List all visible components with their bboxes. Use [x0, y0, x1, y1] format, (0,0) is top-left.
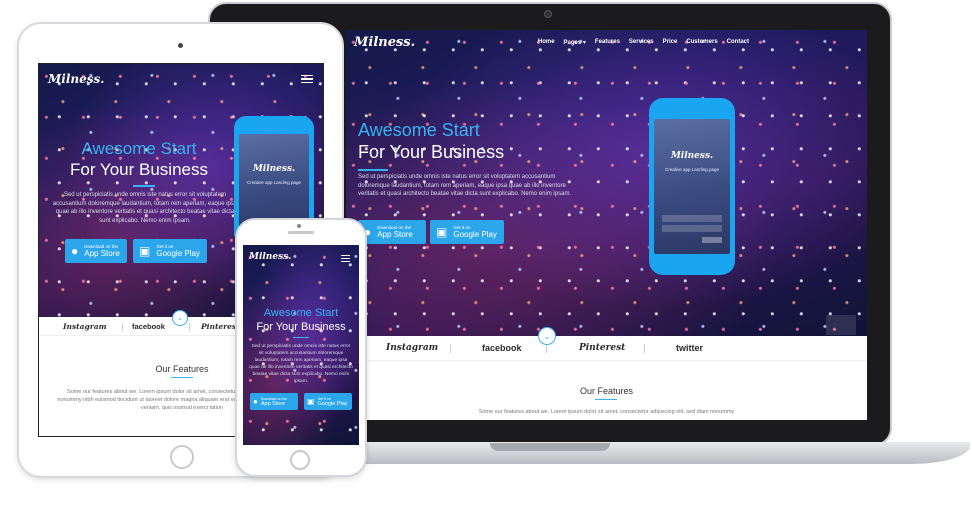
facebook-logo[interactable]: facebook — [482, 343, 522, 353]
laptop-notch — [490, 443, 610, 451]
android-icon: ▣ — [436, 225, 448, 239]
social-bar: Instagram facebook Pinterest twitter — [346, 336, 867, 361]
site-logo[interactable]: Milness. — [48, 72, 104, 86]
nav-home[interactable]: Home — [538, 39, 555, 46]
features-divider — [171, 377, 193, 378]
hero-title-line2: For Your Business — [256, 321, 346, 333]
phone-screen: Milness. Awesome Start For Your Business… — [243, 245, 359, 445]
twitter-logo[interactable]: twitter — [676, 343, 703, 353]
title-divider — [133, 185, 155, 187]
hero-title-line1: Awesome Start — [358, 120, 480, 140]
phone-camera-icon — [297, 224, 301, 228]
phone-mockup-image: Milness. Creative app Landing page — [649, 98, 735, 275]
hero-section: Milness. Home Pages ▾ Features Services … — [346, 30, 867, 336]
pinterest-logo[interactable]: Pinterest — [579, 343, 625, 353]
mockup-logo: Milness. — [670, 151, 714, 161]
apple-icon: ● — [71, 244, 79, 258]
mockup-subtitle: Creative app Landing page — [246, 180, 302, 185]
phone-home-button — [290, 450, 310, 470]
phone-speaker — [288, 231, 314, 234]
facebook-logo[interactable]: facebook — [132, 322, 165, 331]
apple-icon: ● — [253, 396, 258, 406]
android-icon: ▣ — [307, 396, 315, 406]
nav-pages[interactable]: Pages ▾ — [564, 39, 586, 46]
nav-features[interactable]: Features — [595, 39, 620, 46]
nav-contact[interactable]: Contact — [727, 39, 749, 46]
features-text: Some our features about we. Lorem ipsum … — [478, 409, 735, 415]
hero-section: Milness. Awesome Start For Your Business… — [243, 245, 359, 445]
hero-title-line2: For Your Business — [358, 142, 505, 162]
app-store-button[interactable]: ● Download on the App Store — [358, 220, 426, 244]
hamburger-menu-icon[interactable] — [341, 255, 350, 262]
google-play-button[interactable]: ▣ Get it on Google Play — [430, 220, 504, 244]
hero-paragraph: Sed ut perspiciatis unde omnis iste natu… — [358, 174, 572, 197]
main-menu: Home Pages ▾ Features Services Price Cus… — [538, 39, 749, 46]
top-navbar: Milness. Home Pages ▾ Features Services … — [346, 30, 867, 58]
mockup-button — [702, 237, 722, 243]
hero-paragraph: Sed ut perspiciatis unde omnis iste natu… — [52, 192, 238, 224]
hero-title-line1: Awesome Start — [81, 139, 197, 158]
features-title: Our Features — [579, 386, 634, 396]
hero-title-line1: Awesome Start — [263, 307, 339, 319]
nav-customers[interactable]: Customers — [686, 39, 717, 46]
tablet-home-button — [170, 445, 194, 469]
laptop-camera-icon — [544, 10, 552, 18]
nav-price[interactable]: Price — [663, 39, 678, 46]
instagram-logo[interactable]: Instagram — [386, 343, 438, 353]
slider-arrow[interactable] — [826, 315, 856, 335]
pinterest-logo[interactable]: Pinterest — [201, 322, 240, 331]
site-logo[interactable]: Milness. — [249, 252, 291, 262]
app-store-button[interactable]: ● Download on the App Store — [65, 239, 127, 263]
hero-paragraph: Sed ut perspiciatis unde omnis iste natu… — [249, 344, 353, 384]
mockup-field — [662, 215, 722, 222]
app-store-button[interactable]: ● Download on the App Store — [250, 393, 298, 410]
tablet-camera-icon — [178, 43, 183, 48]
google-play-button[interactable]: ▣ Get it on Google Play — [133, 239, 207, 263]
instagram-logo[interactable]: Instagram — [63, 322, 107, 331]
google-play-button[interactable]: ▣ Get it on Google Play — [304, 393, 352, 410]
mockup-field — [662, 225, 722, 232]
mockup-subtitle: Creative app Landing page — [664, 167, 720, 172]
laptop-screen: Milness. Home Pages ▾ Features Services … — [346, 30, 867, 420]
mockup-logo: Milness. — [252, 164, 296, 174]
site-logo[interactable]: Milness. — [354, 35, 415, 50]
scroll-down-icon[interactable]: ⌄ — [172, 310, 188, 326]
nav-services[interactable]: Services — [629, 39, 654, 46]
chevron-down-icon: ▾ — [582, 40, 586, 46]
features-section: Our Features Some our features about we.… — [346, 361, 867, 420]
features-divider — [595, 399, 617, 400]
title-divider — [358, 169, 388, 171]
hamburger-menu-icon[interactable] — [301, 75, 313, 83]
hero-title-line2: For Your Business — [70, 160, 208, 179]
scroll-down-icon[interactable]: ⌄ — [538, 327, 556, 345]
title-divider — [293, 337, 309, 338]
android-icon: ▣ — [139, 244, 151, 258]
